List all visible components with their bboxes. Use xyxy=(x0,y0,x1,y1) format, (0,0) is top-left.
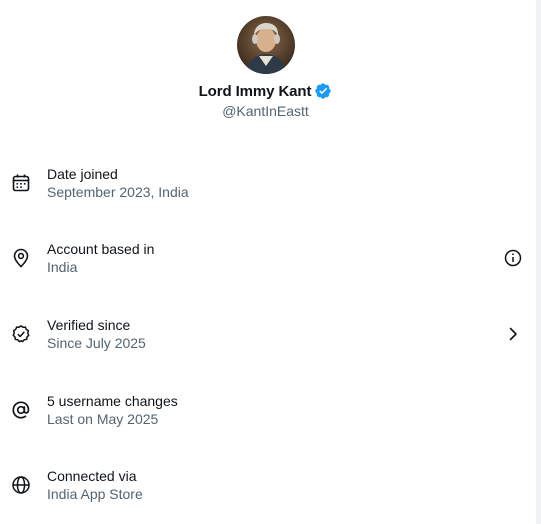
verified-badge-icon[interactable] xyxy=(314,82,332,100)
connected-via-value: India App Store xyxy=(47,486,143,502)
connected-via-text: Connected via India App Store xyxy=(47,467,143,503)
scrollbar-track xyxy=(536,0,541,524)
date-joined-value: September 2023, India xyxy=(47,184,189,200)
date-joined-label: Date joined xyxy=(47,166,118,182)
username-handle: @KantInEastt xyxy=(222,103,309,119)
account-based-in-value: India xyxy=(47,259,78,275)
username-changes-row: 5 username changes Last on May 2025 xyxy=(0,392,531,442)
date-joined-row: Date joined September 2023, India xyxy=(0,165,531,215)
name-row: Lord Immy Kant xyxy=(199,81,333,101)
account-based-in-text: Account based in India xyxy=(47,240,154,276)
calendar-icon xyxy=(11,173,31,193)
profile-header: Lord Immy Kant @KantInEastt xyxy=(0,16,531,119)
username-changes-text: 5 username changes Last on May 2025 xyxy=(47,392,178,428)
info-icon[interactable] xyxy=(503,248,523,268)
date-joined-text: Date joined September 2023, India xyxy=(47,165,189,201)
account-based-in-row: Account based in India xyxy=(0,240,531,290)
location-pin-icon xyxy=(11,248,31,268)
display-name: Lord Immy Kant xyxy=(198,82,312,100)
globe-icon xyxy=(11,475,31,495)
verified-since-value: Since July 2025 xyxy=(47,335,146,351)
username-changes-value: Last on May 2025 xyxy=(47,411,159,427)
verified-check-icon xyxy=(11,324,31,344)
verified-since-row[interactable]: Verified since Since July 2025 xyxy=(0,316,531,366)
connected-via-row: Connected via India App Store xyxy=(0,467,531,517)
avatar[interactable] xyxy=(236,16,295,74)
chevron-right-icon[interactable] xyxy=(503,324,523,344)
at-sign-icon xyxy=(11,400,31,420)
verified-since-text: Verified since Since July 2025 xyxy=(47,316,146,352)
verified-since-label: Verified since xyxy=(47,317,131,333)
connected-via-label: Connected via xyxy=(47,468,137,484)
username-changes-label: 5 username changes xyxy=(47,393,178,409)
account-based-in-label: Account based in xyxy=(47,241,155,257)
